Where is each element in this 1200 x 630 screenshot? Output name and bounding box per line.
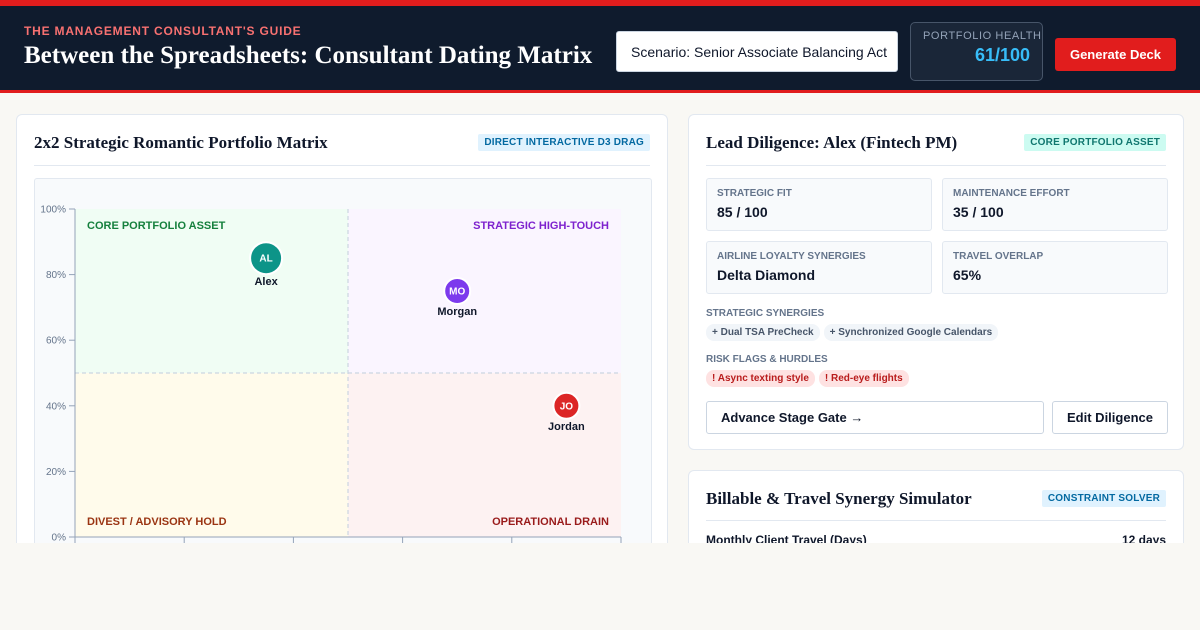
lead-title: Lead Diligence: Alex (Fintech PM) [706,133,958,152]
y-tick-label: 40% [46,401,66,412]
stat-label: STRATEGIC FIT [717,188,792,199]
y-tick-label: 100% [40,205,66,216]
point-initials: MO [449,287,465,298]
risk-chip: ! Red-eye flights [818,370,909,387]
page-title: Between the Spreadsheets: Consultant Dat… [24,42,593,69]
edit-diligence-button[interactable]: Edit Diligence [1052,401,1168,434]
synergy-chip: + Synchronized Google Calendars [823,324,999,341]
scenario-select[interactable]: Scenario: Senior Associate Balancing Act [616,31,898,72]
stat-value: Delta Diamond [717,267,816,283]
stat-label: AIRLINE LOYALTY SYNERGIES [717,251,866,262]
risk-chips: ! Async texting style ! Red-eye flights [706,370,909,387]
header-eyebrow: THE MANAGEMENT CONSULTANT'S GUIDE [24,24,302,38]
portfolio-health-label: PORTFOLIO HEALTH [923,30,1042,42]
generate-deck-button[interactable]: Generate Deck [1055,38,1176,71]
matrix-point-alex[interactable]: AL Alex [249,241,284,288]
simulator-badge: CONSTRAINT SOLVER [1041,490,1166,507]
lead-status-badge: CORE PORTFOLIO ASSET [1024,134,1166,151]
y-tick-label: 20% [46,467,66,478]
portfolio-health-value: 61/100 [974,45,1030,65]
stat-value: 85 / 100 [717,204,768,220]
quadrant-core-portfolio-asset [75,209,348,373]
top-header: THE MANAGEMENT CONSULTANT'S GUIDE Betwee… [0,0,1200,93]
matrix-chart: 0%20%40%60%80%100% CORE PORTFOLIO ASSET … [40,205,622,544]
matrix-card: 2x2 Strategic Romantic Portfolio Matrix … [16,114,668,558]
quadrant-label-operational-drain: OPERATIONAL DRAIN [492,516,609,528]
stat-maintenance-effort: MAINTENANCE EFFORT 35 / 100 [942,178,1168,231]
point-name-label: Morgan [437,306,477,318]
synergies-chips: + Dual TSA PreCheck + Synchronized Googl… [706,324,999,341]
quadrant-strategic-high-touch [348,209,621,373]
portfolio-health-widget: PORTFOLIO HEALTH 61/100 [910,22,1043,81]
stat-label: MAINTENANCE EFFORT [953,188,1070,199]
matrix-badge: DIRECT INTERACTIVE D3 DRAG [478,134,650,151]
stat-value: 65% [953,267,982,283]
simulator-title: Billable & Travel Synergy Simulator [706,489,972,508]
stat-travel-overlap: TRAVEL OVERLAP 65% [942,241,1168,294]
matrix-plot-area: 0% 20% 40% 60% 80% 100% CORE PORTFOLIO ASSET … [34,178,652,558]
quadrant-label-core-portfolio-asset: CORE PORTFOLIO ASSET [87,220,226,232]
scenario-selected-value: Scenario: Senior Associate Balancing Act [631,43,888,60]
synergy-chip: + Dual TSA PreCheck [706,324,820,341]
y-tick-label: 80% [46,270,66,281]
synergies-label: STRATEGIC SYNERGIES [706,308,825,319]
quadrant-operational-drain [348,373,621,537]
lead-divider [706,165,1166,166]
stat-airline-loyalty: AIRLINE LOYALTY SYNERGIES Delta Diamond [706,241,932,294]
quadrant-label-divest-advisory-hold: DIVEST / ADVISORY HOLD [87,516,227,528]
point-name-label: Jordan [548,421,585,433]
y-tick-label: 0% [52,533,67,544]
y-axis-ticks: 0% 20% 40% 60% 80% 100% [40,205,75,544]
matrix-title: 2x2 Strategic Romantic Portfolio Matrix [34,133,328,152]
point-initials: AL [259,254,272,265]
risk-chip: ! Async texting style [706,370,815,387]
quadrant-label-strategic-high-touch: STRATEGIC HIGH-TOUCH [473,220,609,232]
lead-diligence-card: Lead Diligence: Alex (Fintech PM) CORE P… [688,114,1184,450]
quadrant-divest-advisory-hold [75,373,348,537]
stat-label: TRAVEL OVERLAP [953,251,1044,262]
risks-label: RISK FLAGS & HURDLES [706,354,828,365]
advance-stage-gate-button[interactable]: Advance Stage Gate → [706,401,1044,434]
simulator-divider [706,520,1166,521]
stat-value: 35 / 100 [953,204,1004,220]
point-initials: JO [560,401,574,412]
stat-strategic-fit: STRATEGIC FIT 85 / 100 [706,178,932,231]
matrix-divider [34,165,650,166]
y-tick-label: 60% [46,336,66,347]
viewport-bottom-area [0,543,1200,630]
point-name-label: Alex [254,276,278,288]
